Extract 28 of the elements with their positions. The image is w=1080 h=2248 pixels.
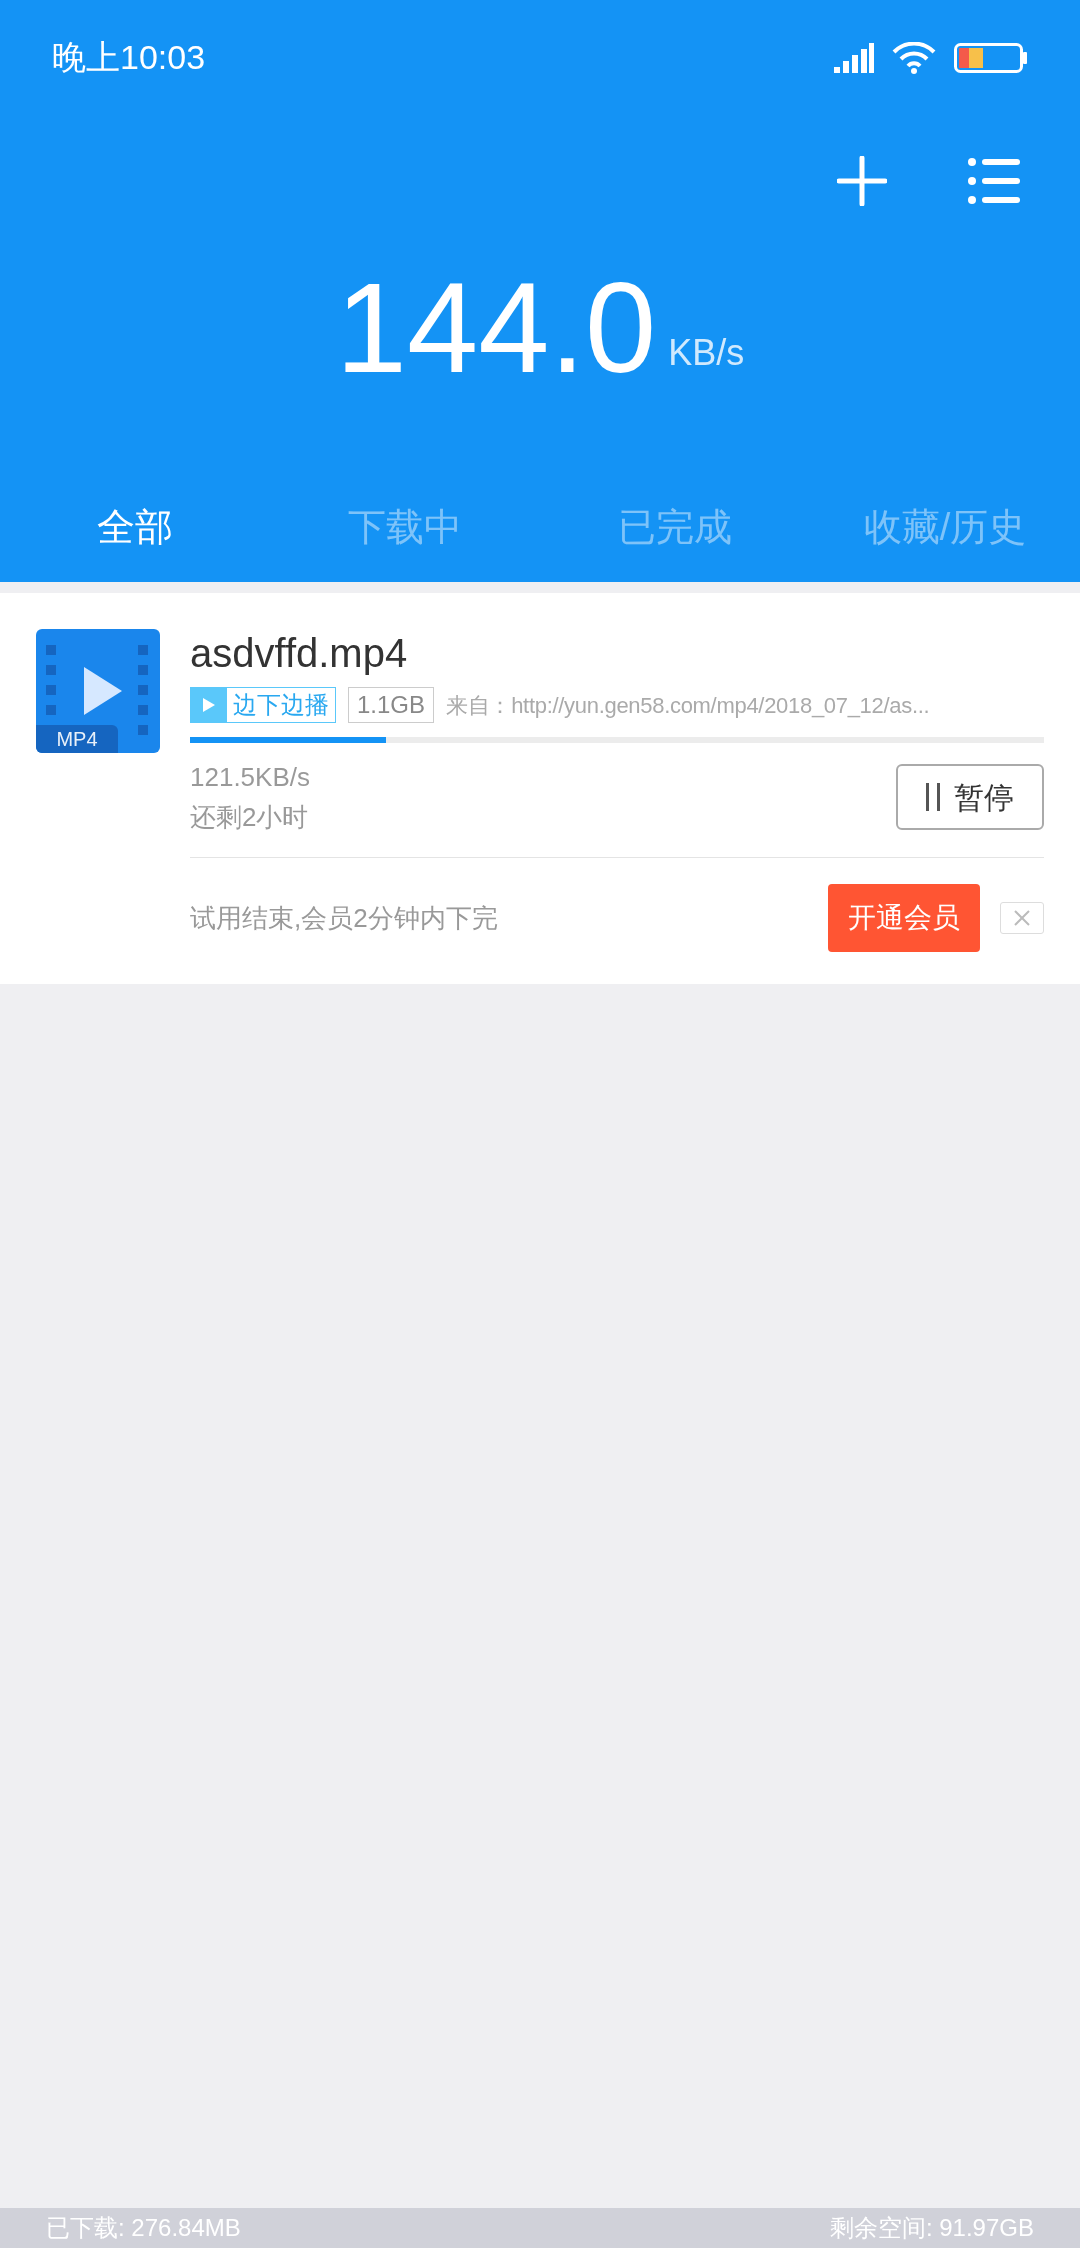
tab[interactable]: 全部 [0, 498, 270, 556]
tab[interactable]: 已完成 [540, 498, 810, 556]
speed-unit: KB/s [668, 331, 745, 375]
play-while-downloading-button[interactable]: 边下边播 [190, 687, 336, 723]
close-icon [1014, 910, 1030, 926]
pause-button[interactable]: 暂停 [896, 764, 1044, 830]
battery-icon [954, 42, 1028, 73]
signal-icon [834, 42, 874, 73]
close-button[interactable] [1000, 902, 1044, 934]
membership-button[interactable]: 开通会员 [828, 884, 980, 952]
speed-value: 144.0 [335, 264, 657, 392]
file-name: asdvffd.mp4 [190, 630, 409, 677]
trial-notice: 试用结束,会员2分钟内下完 [190, 901, 499, 935]
status-time: 晚上10:03 [52, 37, 206, 78]
play-icon [191, 687, 227, 723]
tab[interactable]: 下载中 [270, 498, 540, 556]
time-remaining: 还剩2小时 [190, 801, 310, 834]
file-type-label: MP4 [36, 725, 118, 753]
source-url: 来自：http://yun.gen58.com/mp4/2018_07_12/as... [446, 691, 930, 720]
tab[interactable]: 收藏/历史 [810, 498, 1080, 556]
add-button[interactable] [836, 155, 888, 207]
file-size: 1.1GB [348, 687, 435, 723]
pause-icon [926, 783, 940, 811]
plus-icon [837, 156, 887, 206]
download-speed: 121.5KB/s [190, 761, 310, 794]
list-icon [968, 158, 1020, 204]
menu-button[interactable] [968, 155, 1020, 207]
wifi-icon [892, 41, 936, 74]
